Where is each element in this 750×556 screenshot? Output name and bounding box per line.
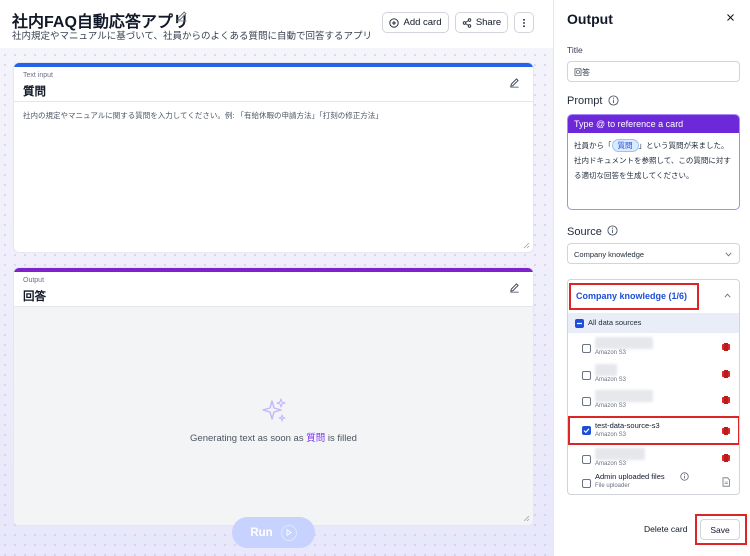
source-checkbox[interactable] <box>582 371 591 380</box>
card-accent-bar <box>14 63 533 67</box>
add-card-label: Add card <box>403 17 442 28</box>
card-type-label: Text input <box>23 72 53 79</box>
generating-status: Generating text as soon as 質問 is filled <box>14 430 533 444</box>
data-source-row[interactable]: Admin uploaded files File uploader <box>568 470 739 494</box>
title-input[interactable]: 回答 <box>567 61 740 82</box>
pencil-icon[interactable] <box>509 282 520 293</box>
plus-circle-icon <box>389 17 400 28</box>
pencil-icon[interactable] <box>176 10 188 22</box>
kebab-menu-icon <box>523 18 525 27</box>
chevron-down-icon <box>725 252 732 257</box>
run-button[interactable]: Run <box>232 517 315 548</box>
all-data-sources-row[interactable]: All data sources <box>568 313 739 333</box>
play-icon <box>280 524 297 541</box>
run-label: Run <box>250 526 273 539</box>
info-icon[interactable] <box>680 472 689 481</box>
selected-source-highlight <box>568 416 739 445</box>
redacted-source-name <box>595 390 653 402</box>
generating-prefix: Generating text as soon as <box>190 433 307 444</box>
more-options-button[interactable] <box>514 12 534 33</box>
output-area: Generating text as soon as 質問 is filled <box>14 307 533 525</box>
amazon-s3-icon <box>722 343 730 351</box>
resize-grip-icon[interactable] <box>523 242 530 249</box>
source-type: Amazon S3 <box>595 377 627 383</box>
card-title: 回答 <box>23 291 46 303</box>
output-settings-panel: Output Title 回答 Prompt Type @ to referen… <box>553 0 750 556</box>
source-type: Amazon S3 <box>595 461 627 467</box>
source-type: File uploader <box>595 483 630 489</box>
source-checkbox[interactable] <box>582 479 591 488</box>
source-select[interactable]: Company knowledge <box>567 243 740 264</box>
prompt-hint: Type @ to reference a card <box>568 115 739 133</box>
source-checkbox[interactable] <box>582 455 591 464</box>
card-type-label: Output <box>23 277 45 284</box>
redacted-source-name <box>595 337 653 349</box>
share-label: Share <box>475 17 502 28</box>
delete-card-button[interactable]: Delete card <box>644 524 687 534</box>
source-type: Amazon S3 <box>595 403 627 409</box>
info-icon[interactable] <box>607 225 618 236</box>
amazon-s3-icon <box>722 370 730 378</box>
knowledge-accordion-header[interactable]: Company knowledge (1/6) <box>568 280 739 313</box>
card-divider <box>14 101 533 102</box>
info-icon[interactable] <box>608 95 619 106</box>
source-label: Source <box>567 226 602 238</box>
output-card[interactable]: Output 回答 Generating text as soon as 質問 … <box>13 267 534 526</box>
data-source-row[interactable]: Amazon S3 <box>568 362 739 387</box>
chevron-up-icon <box>724 293 731 298</box>
app-subtitle: 社内規定やマニュアルに基づいて、社員からのよくある質問に自動で回答するアプリ <box>12 31 372 42</box>
all-data-sources-label: All data sources <box>588 318 642 327</box>
prompt-text-before: 社員から「 <box>574 141 612 150</box>
source-checkbox[interactable] <box>582 344 591 353</box>
company-knowledge-sources: Company knowledge (1/6) All data sources… <box>567 279 740 495</box>
source-type: Amazon S3 <box>595 350 627 356</box>
card-reference-chip[interactable]: 質問 <box>611 139 639 152</box>
close-icon[interactable] <box>726 13 735 22</box>
indeterminate-checkbox[interactable] <box>575 319 584 328</box>
share-button[interactable]: Share <box>455 12 508 33</box>
resize-grip-icon[interactable] <box>523 515 530 522</box>
add-card-button[interactable]: Add card <box>382 12 449 33</box>
knowledge-header-label: Company knowledge (1/6) <box>569 283 699 310</box>
panel-title: Output <box>567 11 613 27</box>
amazon-s3-icon <box>722 454 730 462</box>
title-label: Title <box>567 45 583 55</box>
editor-canvas: 社内FAQ自動応答アプリ 社内規定やマニュアルに基づいて、社員からのよくある質問… <box>0 0 553 556</box>
amazon-s3-icon <box>722 396 730 404</box>
redacted-source-name <box>595 364 617 376</box>
share-icon <box>462 17 472 28</box>
prompt-text[interactable]: 社員から「 質問 」という質問が来ました。社内ドキュメントを参照して、この質問に対す… <box>568 133 739 188</box>
data-source-row[interactable]: Amazon S3 <box>568 335 739 360</box>
text-input-card[interactable]: Text input 質問 社内の規定やマニュアルに関する質問を入力してください… <box>13 62 534 253</box>
prompt-label: Prompt <box>567 95 603 107</box>
generating-suffix: is filled <box>325 433 357 444</box>
source-name: Admin uploaded files <box>595 472 665 481</box>
generating-ref: 質問 <box>306 433 326 444</box>
save-highlight-frame: Save <box>695 514 747 545</box>
question-input[interactable]: 社内の規定やマニュアルに関する質問を入力してください。例: 「有給休暇の申請方法… <box>23 110 383 121</box>
app-header: 社内FAQ自動応答アプリ 社内規定やマニュアルに基づいて、社員からのよくある質問… <box>0 0 553 48</box>
data-source-row[interactable]: Amazon S3 <box>568 446 739 471</box>
sparkle-icon <box>262 398 286 422</box>
source-select-value: Company knowledge <box>574 250 645 259</box>
pencil-icon[interactable] <box>509 77 520 88</box>
prompt-editor[interactable]: Type @ to reference a card 社員から「 質問 」という質問… <box>567 114 740 210</box>
card-accent-bar <box>14 268 533 272</box>
save-button[interactable]: Save <box>700 519 740 540</box>
data-source-row[interactable]: Amazon S3 <box>568 388 739 413</box>
file-uploader-icon <box>722 477 730 487</box>
card-title: 質問 <box>23 86 46 98</box>
source-checkbox[interactable] <box>582 397 591 406</box>
redacted-source-name <box>595 448 645 460</box>
